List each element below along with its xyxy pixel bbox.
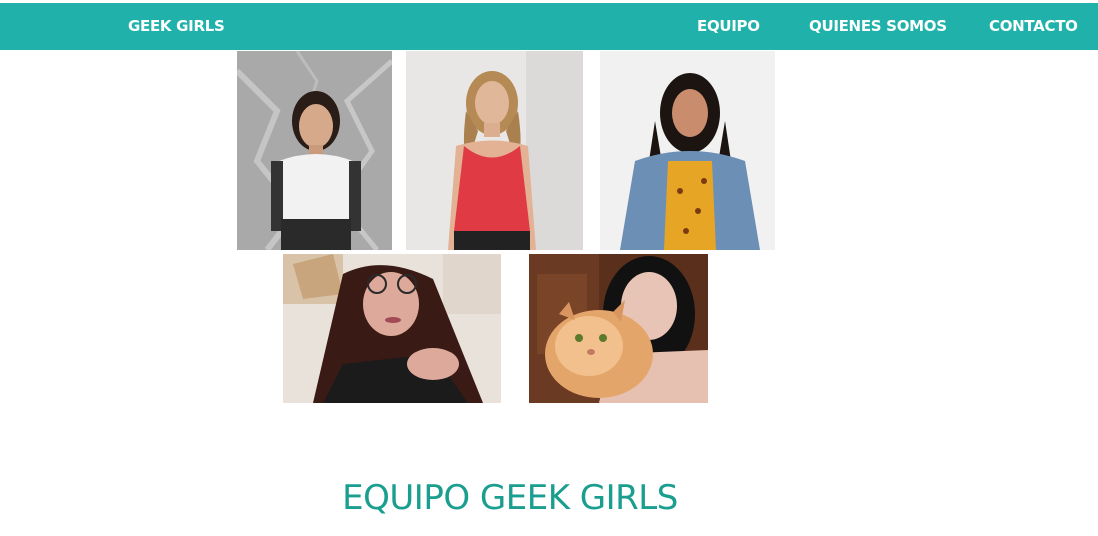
team-section-title: EQUIPO GEEK GIRLS — [342, 478, 678, 518]
nav-link-contacto[interactable]: CONTACTO — [989, 3, 1078, 50]
nav-link-quienes-somos[interactable]: QUIENES SOMOS — [809, 3, 947, 50]
team-member-photo-3 — [600, 51, 775, 250]
brand-logo-link[interactable]: GEEK GIRLS — [128, 3, 225, 50]
nav-link-equipo[interactable]: EQUIPO — [697, 3, 760, 50]
team-member-photo-1 — [237, 51, 392, 250]
team-member-photo-4 — [283, 254, 501, 403]
team-member-photo-5 — [529, 254, 708, 403]
team-member-photo-2 — [406, 51, 583, 250]
top-navbar: GEEK GIRLS EQUIPO QUIENES SOMOS CONTACTO — [0, 3, 1098, 50]
